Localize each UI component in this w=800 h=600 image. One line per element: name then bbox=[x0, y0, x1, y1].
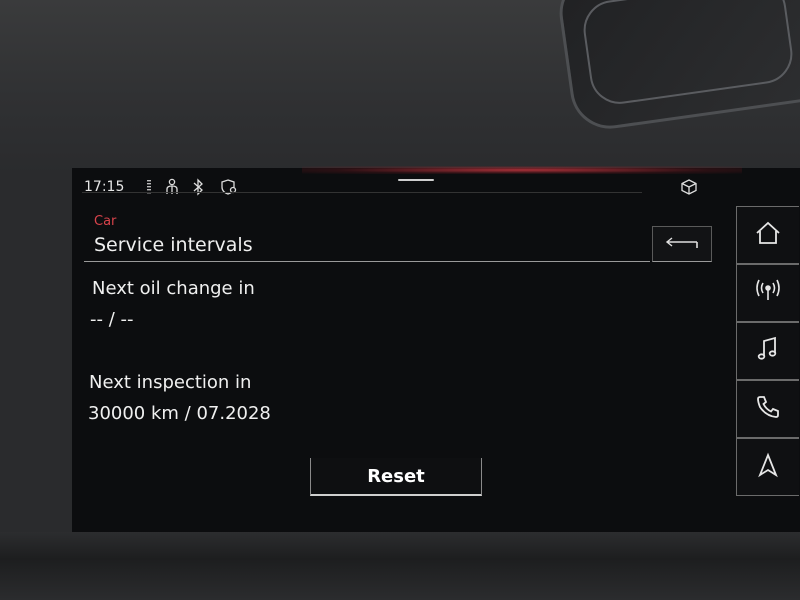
radio-icon bbox=[754, 278, 782, 308]
person-icon bbox=[164, 178, 180, 196]
cube-icon bbox=[680, 178, 697, 196]
back-arrow-icon bbox=[653, 237, 711, 265]
breadcrumb[interactable]: Car bbox=[94, 214, 116, 229]
nav-media-button[interactable] bbox=[736, 322, 799, 380]
reset-button[interactable]: Reset bbox=[310, 458, 482, 496]
drag-handle[interactable] bbox=[398, 179, 434, 181]
shield-location-icon bbox=[220, 178, 237, 196]
dashboard-top bbox=[0, 0, 800, 175]
back-button[interactable] bbox=[652, 226, 712, 262]
signal-bars-icon bbox=[144, 178, 160, 196]
status-bar: 17:15 bbox=[72, 168, 732, 204]
oil-change-label: Next oil change in bbox=[92, 278, 255, 299]
bluetooth-icon bbox=[192, 178, 208, 196]
nav-radio-button[interactable] bbox=[736, 264, 799, 322]
oil-change-value: -- / -- bbox=[90, 309, 134, 330]
music-icon bbox=[754, 335, 782, 367]
phone-icon bbox=[754, 393, 782, 425]
page-title: Service intervals bbox=[94, 234, 253, 256]
home-icon bbox=[754, 220, 782, 250]
infotainment-screen: 17:15 Car Service intervals Next oil cha… bbox=[72, 166, 800, 532]
dashboard-bottom bbox=[0, 532, 800, 600]
side-nav bbox=[736, 206, 799, 496]
nav-navigation-button[interactable] bbox=[736, 438, 799, 496]
nav-phone-button[interactable] bbox=[736, 380, 799, 438]
title-underline bbox=[84, 261, 650, 262]
nav-home-button[interactable] bbox=[736, 206, 799, 264]
inspection-label: Next inspection in bbox=[89, 372, 252, 393]
status-divider bbox=[82, 192, 642, 193]
navigation-icon bbox=[754, 451, 782, 483]
inspection-value: 30000 km / 07.2028 bbox=[88, 403, 271, 424]
